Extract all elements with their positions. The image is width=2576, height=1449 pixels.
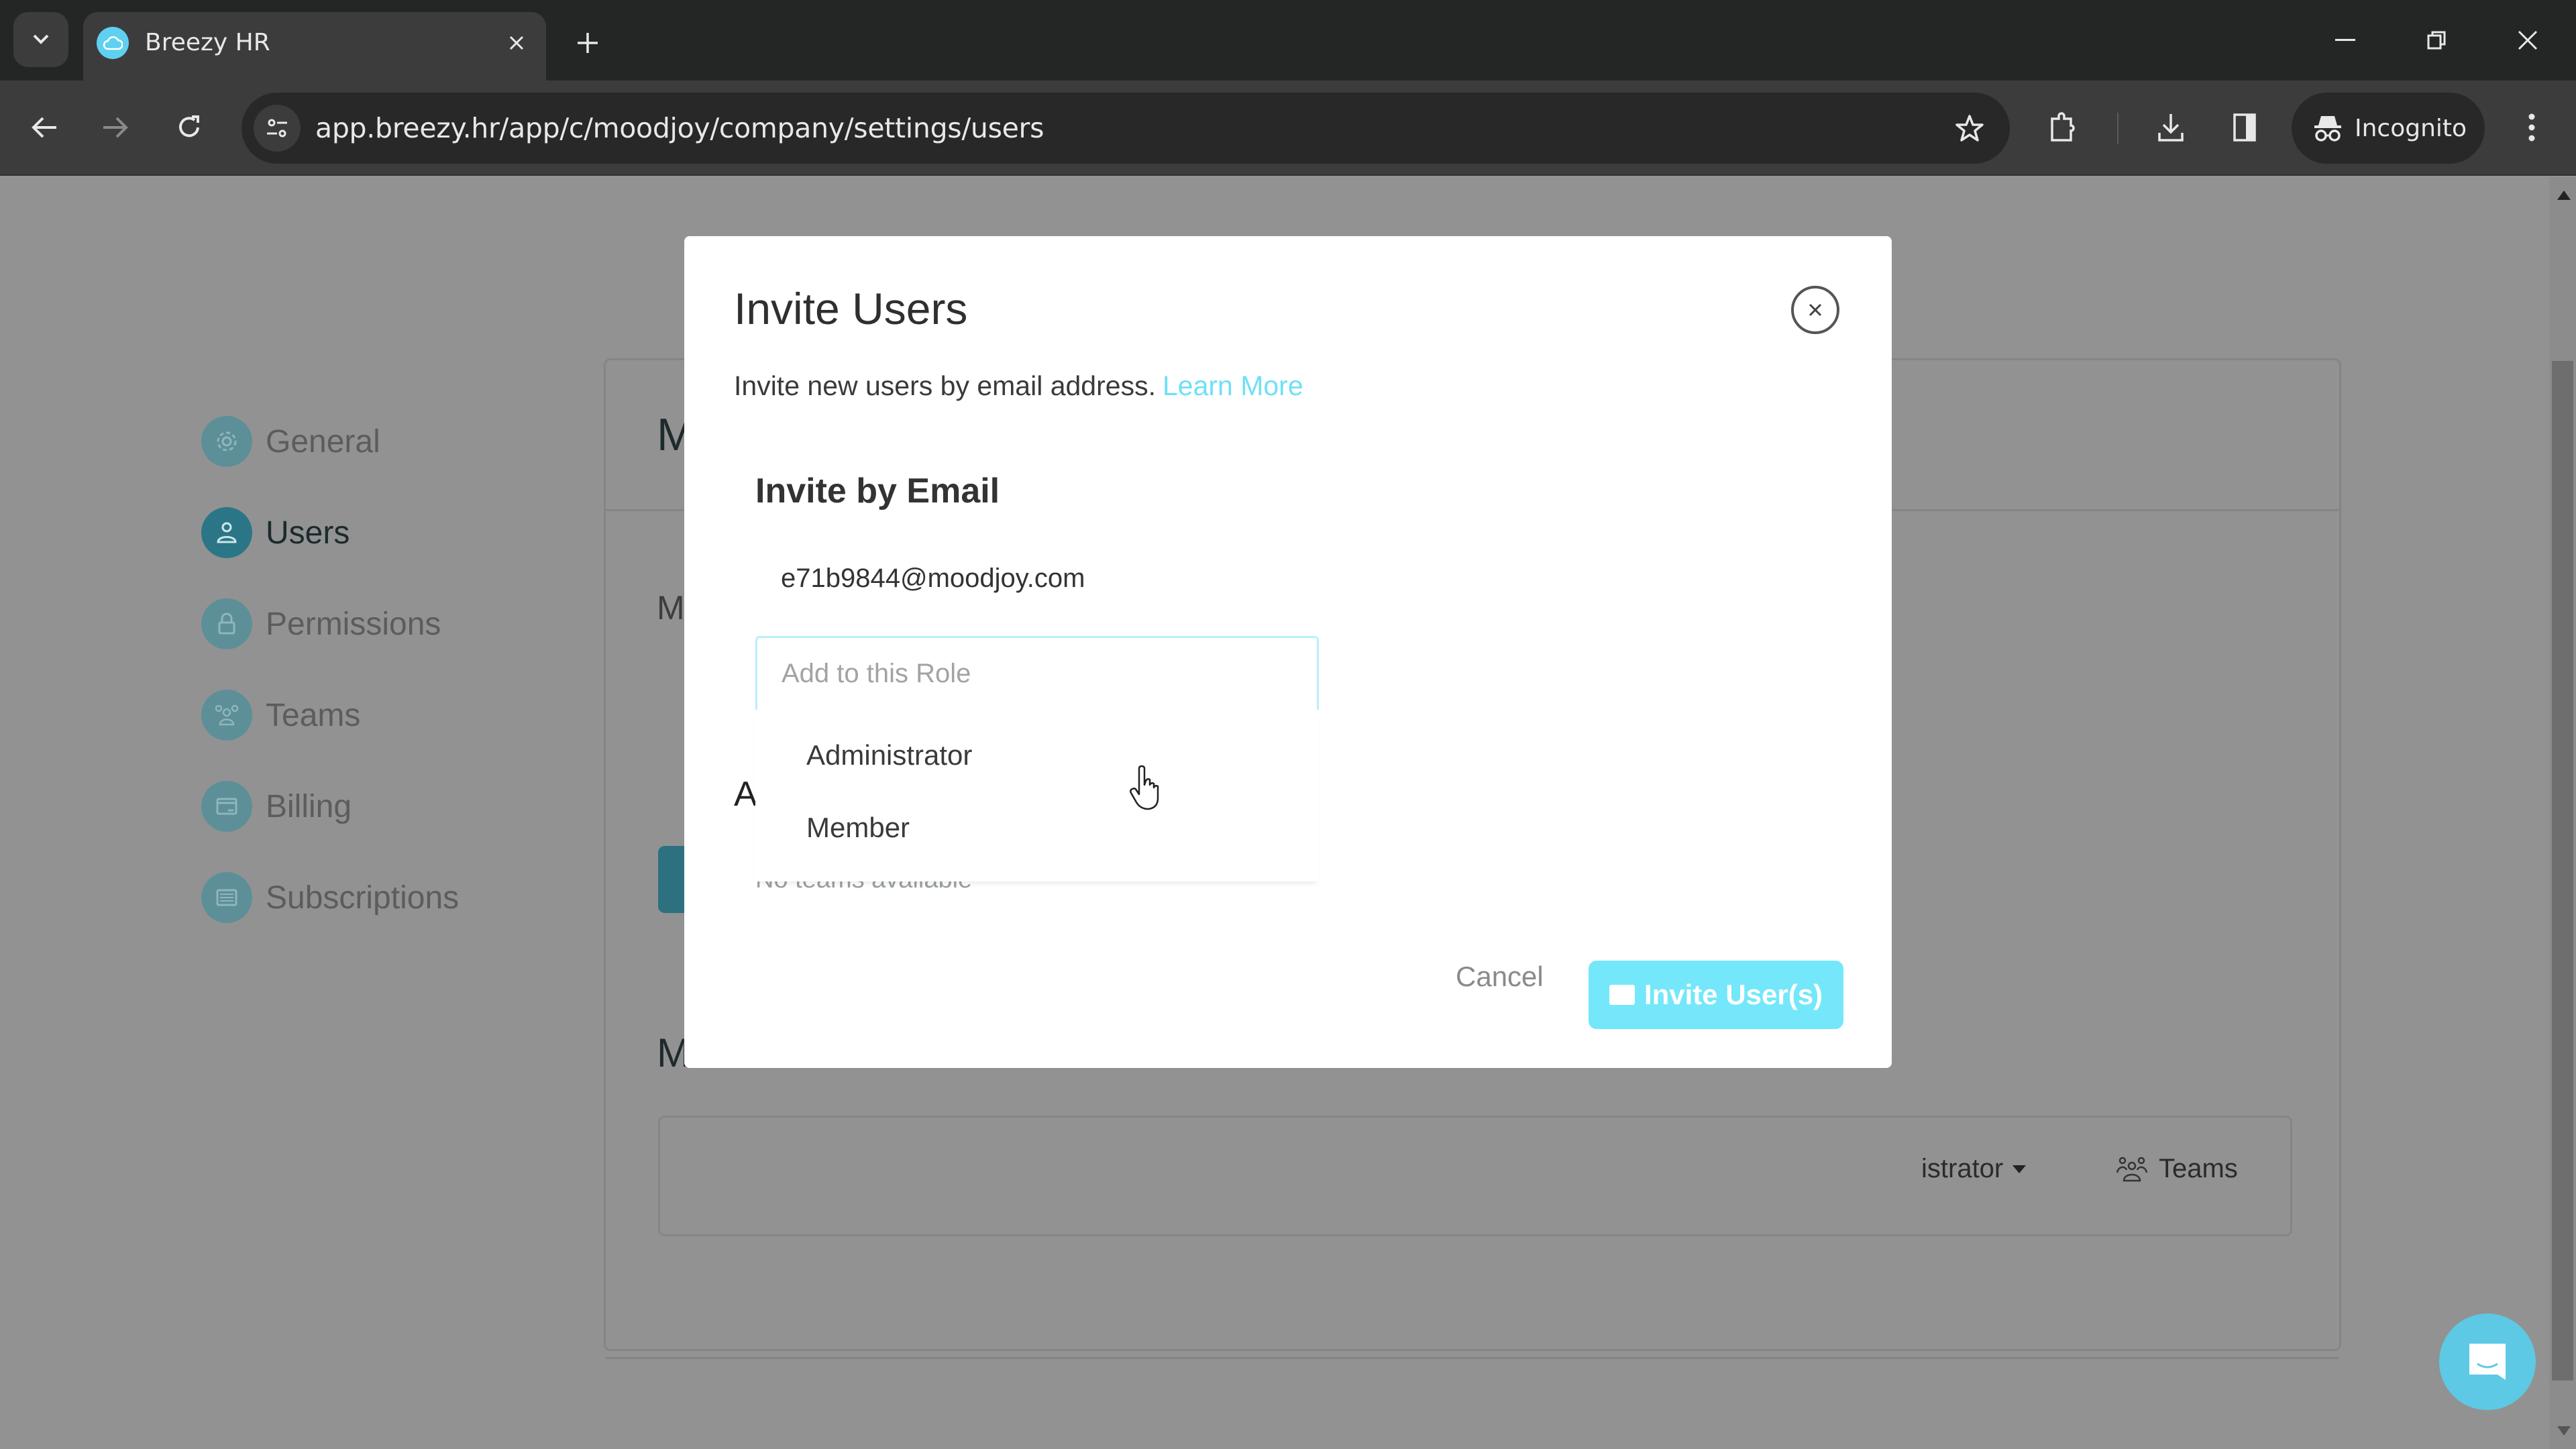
- side-panel-icon: [2233, 113, 2256, 142]
- minimize-button[interactable]: [2318, 16, 2372, 64]
- tab-title: Breezy HR: [145, 29, 270, 56]
- sidebar-item-label: Subscriptions: [266, 879, 460, 916]
- sidebar-item-label: Billing: [266, 788, 352, 824]
- team-icon: [2116, 1157, 2148, 1181]
- close-icon: [1809, 303, 1822, 317]
- invite-users-submit-button[interactable]: Invite User(s): [1589, 961, 1843, 1029]
- sidebar-item-subscriptions[interactable]: Subscriptions: [201, 872, 459, 923]
- scroll-down-arrow-icon[interactable]: [2557, 1426, 2571, 1436]
- puzzle-icon: [2051, 112, 2075, 142]
- envelope-icon: [1609, 985, 1635, 1005]
- star-icon: [1955, 115, 1984, 142]
- teams-label: Teams: [2159, 1154, 2238, 1183]
- page-scrollbar[interactable]: [2549, 177, 2576, 1449]
- browser-titlebar: Breezy HR: [0, 0, 2576, 80]
- downloads-button[interactable]: [2144, 101, 2198, 154]
- team-icon: [201, 690, 252, 741]
- restore-icon: [2427, 31, 2446, 50]
- restore-button[interactable]: [2410, 16, 2463, 64]
- sidebar-item-label: General: [266, 423, 380, 460]
- sidebar-item-label: Users: [266, 515, 350, 551]
- plus-icon: [578, 33, 598, 53]
- toolbar-separator: [2117, 113, 2118, 144]
- role-dropdown-menu: Administrator Member: [755, 710, 1319, 881]
- scrollbar-thumb[interactable]: [2552, 361, 2573, 1381]
- site-info-button[interactable]: [254, 105, 301, 152]
- modal-title: Invite Users: [734, 284, 968, 333]
- url-text[interactable]: app.breezy.hr/app/c/moodjoy/company/sett…: [315, 111, 1044, 145]
- sidebar-item-users[interactable]: Users: [201, 507, 350, 558]
- favicon-cloud-icon: [97, 27, 129, 59]
- role-option-administrator[interactable]: Administrator: [806, 739, 972, 771]
- new-tab-button[interactable]: [568, 23, 608, 63]
- billing-icon: [201, 781, 252, 832]
- role-dropdown-label: istrator: [1921, 1154, 2004, 1183]
- sidebar-item-permissions[interactable]: Permissions: [201, 598, 441, 649]
- reload-button[interactable]: [162, 101, 216, 154]
- invite-button-label: Invite User(s): [1644, 979, 1823, 1010]
- back-arrow-icon: [32, 117, 56, 138]
- user-icon: [201, 507, 252, 558]
- back-button[interactable]: [17, 101, 71, 154]
- more-menu-button[interactable]: [2505, 101, 2559, 154]
- close-modal-button[interactable]: [1791, 286, 1839, 334]
- chevron-down-icon: [33, 34, 49, 44]
- lock-icon: [201, 598, 252, 649]
- incognito-icon: [2314, 116, 2341, 142]
- modal-subtitle: Invite new users by email address. Learn …: [734, 370, 1303, 402]
- sidebar-item-label: Permissions: [266, 606, 441, 642]
- bookmark-button[interactable]: [1949, 108, 1990, 148]
- address-bar[interactable]: app.breezy.hr/app/c/moodjoy/company/sett…: [241, 93, 2010, 164]
- close-tab-button[interactable]: [500, 27, 533, 59]
- member-row: istrator Teams: [658, 1116, 2292, 1236]
- invite-users-modal: Invite Users Invite new users by email a…: [684, 236, 1892, 1068]
- close-window-button[interactable]: [2501, 16, 2555, 64]
- sidebar-item-general[interactable]: General: [201, 416, 380, 467]
- caret-down-icon: [2012, 1165, 2027, 1173]
- role-option-member[interactable]: Member: [806, 812, 910, 844]
- modal-subtitle-text: Invite new users by email address.: [734, 370, 1156, 401]
- forward-button[interactable]: [89, 101, 142, 154]
- chat-support-button[interactable]: [2439, 1313, 2536, 1410]
- learn-more-link[interactable]: Learn More: [1163, 370, 1303, 401]
- panel-divider: [606, 1357, 2339, 1359]
- tune-icon: [267, 119, 287, 138]
- incognito-label: Incognito: [2355, 114, 2467, 142]
- close-icon: [509, 36, 524, 50]
- gear-icon: [201, 416, 252, 467]
- download-icon: [2158, 114, 2184, 142]
- close-icon: [2518, 30, 2538, 50]
- cancel-button[interactable]: Cancel: [1456, 961, 1544, 993]
- minimize-icon: [2335, 39, 2355, 41]
- forward-arrow-icon: [103, 117, 128, 138]
- more-vertical-icon: [2528, 113, 2535, 142]
- incognito-profile-button[interactable]: Incognito: [2292, 93, 2485, 164]
- panel-subheading: M: [657, 589, 685, 627]
- tab-search-button[interactable]: [13, 12, 68, 67]
- browser-toolbar: app.breezy.hr/app/c/moodjoy/company/sett…: [0, 80, 2576, 176]
- role-dropdown[interactable]: istrator: [1921, 1154, 2027, 1184]
- sidebar-item-label: Teams: [266, 697, 361, 733]
- chat-icon: [2469, 1344, 2506, 1380]
- scroll-up-arrow-icon[interactable]: [2557, 191, 2571, 200]
- reload-icon: [179, 115, 199, 138]
- sidebar-item-billing[interactable]: Billing: [201, 781, 352, 832]
- subscriptions-icon: [201, 872, 252, 923]
- teams-link[interactable]: Teams: [2116, 1154, 2238, 1184]
- browser-tab[interactable]: Breezy HR: [83, 12, 546, 80]
- email-entry[interactable]: e71b9844@moodjoy.com: [781, 564, 1085, 594]
- extensions-button[interactable]: [2035, 101, 2089, 154]
- hand-pointer-cursor-icon: [1130, 765, 1159, 810]
- role-search-input[interactable]: [755, 636, 1319, 710]
- invite-by-email-heading: Invite by Email: [755, 472, 1000, 511]
- sidebar-item-teams[interactable]: Teams: [201, 690, 360, 741]
- side-panel-button[interactable]: [2218, 101, 2271, 154]
- obscured-label: A: [734, 775, 757, 814]
